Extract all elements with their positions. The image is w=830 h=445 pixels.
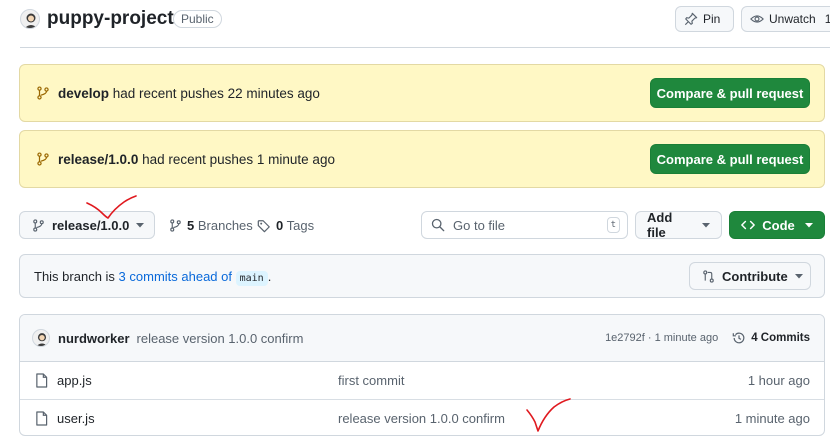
- ahead-suffix: .: [267, 268, 272, 284]
- git-branch-icon: [169, 219, 182, 232]
- commits-ahead-link[interactable]: 3 commits ahead of: [119, 269, 232, 284]
- eye-icon: [750, 12, 764, 26]
- annotation-checkmark-file: [526, 398, 571, 432]
- repo-name[interactable]: puppy-project: [47, 8, 174, 30]
- file-commit-message[interactable]: first commit: [338, 373, 748, 388]
- search-icon: [431, 218, 445, 232]
- visibility-badge: Public: [173, 10, 222, 28]
- code-label: Code: [762, 217, 795, 233]
- triangle-down-icon: [794, 272, 803, 280]
- go-to-file-placeholder: Go to file: [453, 217, 506, 233]
- pin-button[interactable]: Pin: [675, 6, 734, 32]
- file-icon: [35, 373, 48, 388]
- branches-count: 5: [187, 218, 195, 233]
- file-commit-date: 1 hour ago: [747, 373, 810, 388]
- banner-branch-name[interactable]: release/1.0.0: [58, 152, 138, 167]
- latest-commit-row: nurdworker release version 1.0.0 confirm…: [20, 315, 824, 362]
- triangle-down-icon: [804, 221, 813, 229]
- banner-branch-name[interactable]: develop: [58, 86, 109, 101]
- go-to-file-input[interactable]: Go to file t: [421, 211, 628, 239]
- table-row: app.js first commit 1 hour ago: [20, 362, 824, 399]
- add-file-label: Add file: [647, 210, 673, 240]
- banner-text: develop had recent pushes 22 minutes ago: [58, 86, 650, 101]
- author-avatar[interactable]: [32, 329, 50, 347]
- commits-history-link[interactable]: 4 Commits: [732, 331, 810, 345]
- commit-author[interactable]: nurdworker: [58, 331, 130, 346]
- banner-text: release/1.0.0 had recent pushes 1 minute…: [58, 152, 650, 167]
- branches-label: Branches: [197, 218, 253, 233]
- file-table: nurdworker release version 1.0.0 confirm…: [19, 314, 825, 436]
- commits-count-label: 4 Commits: [751, 332, 810, 344]
- code-button[interactable]: Code: [729, 211, 825, 239]
- repo-owner-avatar[interactable]: [20, 9, 40, 29]
- compare-pull-request-button[interactable]: Compare & pull request: [650, 144, 810, 174]
- file-icon: [35, 410, 48, 426]
- tag-icon: [257, 219, 271, 233]
- git-branch-icon: [32, 218, 45, 232]
- compare-pull-request-button[interactable]: Compare & pull request: [650, 78, 810, 108]
- git-branch-icon: [36, 152, 50, 166]
- recent-push-banner-release: release/1.0.0 had recent pushes 1 minute…: [19, 130, 825, 188]
- tags-link[interactable]: 0 Tags: [257, 218, 314, 233]
- table-row: user.js release version 1.0.0 confirm 1 …: [20, 399, 824, 435]
- pin-label: Pin: [703, 12, 721, 26]
- git-branch-icon: [36, 86, 50, 100]
- banner-message: had recent pushes 1 minute ago: [138, 151, 335, 167]
- file-rows: app.js first commit 1 hour ago user.js r…: [20, 362, 824, 435]
- contribute-button[interactable]: Contribute: [689, 262, 811, 290]
- recent-push-banner-develop: develop had recent pushes 22 minutes ago…: [19, 64, 825, 122]
- triangle-down-icon: [702, 221, 710, 229]
- pin-icon: [684, 12, 698, 26]
- banner-message: had recent pushes 22 minutes ago: [109, 85, 320, 101]
- add-file-button[interactable]: Add file: [635, 210, 722, 240]
- annotation-checkmark-branch: [86, 195, 137, 219]
- file-name-link[interactable]: user.js: [57, 411, 95, 426]
- unwatch-button[interactable]: Unwatch 1: [741, 6, 830, 32]
- branch-ahead-text: This branch is 3 commits ahead of main.: [34, 268, 689, 286]
- branches-link[interactable]: 5 Branches: [169, 218, 253, 233]
- code-icon: [741, 219, 756, 231]
- contribute-label: Contribute: [722, 268, 788, 284]
- history-icon: [732, 331, 746, 345]
- ahead-prefix: This branch is: [34, 268, 119, 284]
- commit-message[interactable]: release version 1.0.0 confirm: [137, 331, 606, 346]
- tags-count: 0: [276, 218, 284, 233]
- unwatch-label: Unwatch: [769, 12, 816, 26]
- base-branch-name: main: [235, 270, 268, 286]
- header-divider: [20, 47, 830, 48]
- watch-count: 1: [824, 12, 830, 26]
- commit-sha-time[interactable]: 1e2792f · 1 minute ago: [605, 332, 718, 344]
- git-compare-icon: [702, 269, 715, 283]
- branch-ahead-box: This branch is 3 commits ahead of main. …: [19, 254, 825, 298]
- search-shortcut-hint: t: [606, 217, 620, 233]
- tags-label: Tags: [286, 218, 315, 233]
- file-commit-date: 1 minute ago: [734, 410, 810, 426]
- file-name-link[interactable]: app.js: [57, 373, 92, 388]
